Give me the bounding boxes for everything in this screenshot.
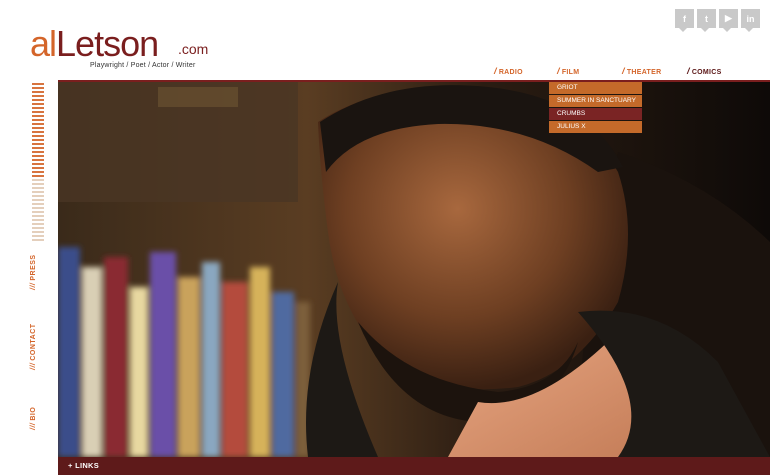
decorative-stripe [32,187,44,189]
logo-domain-suffix: .com [178,41,209,57]
decorative-stripe [32,91,44,93]
twitter-icon[interactable]: t [697,9,716,32]
decorative-stripe [32,99,44,101]
film-menu-item-summer-in-sanctuary[interactable]: SUMMER IN SANCTUARY [549,95,642,107]
decorative-stripe [32,199,44,201]
decorative-stripe [32,171,44,173]
film-menu-item-crumbs[interactable]: CRUMBS [549,108,642,120]
decorative-stripe [32,123,44,125]
links-toggle-label: + LINKS [68,461,100,470]
links-bar[interactable]: + LINKS [58,457,770,475]
decorative-stripe [32,163,44,165]
decorative-stripes [32,83,44,243]
decorative-stripe [32,95,44,97]
decorative-stripe [32,151,44,153]
decorative-stripe [32,83,44,85]
film-dropdown-menu: GRIOT SUMMER IN SANCTUARY CRUMBS JULIUS … [549,82,642,134]
decorative-stripe [32,119,44,121]
decorative-stripe [32,155,44,157]
linkedin-icon[interactable]: in [741,9,760,32]
decorative-stripe [32,127,44,129]
decorative-stripe [32,223,44,225]
decorative-stripe [32,179,44,181]
nav-film[interactable]: / FILM [557,66,579,76]
decorative-stripe [32,135,44,137]
hero-photo [58,82,770,457]
film-menu-item-griot[interactable]: GRIOT [549,82,642,94]
decorative-stripe [32,227,44,229]
decorative-stripe [32,239,44,241]
logo-tagline: Playwright / Poet / Actor / Writer [90,62,196,69]
decorative-stripe [32,159,44,161]
logo-wordmark: alLetson [30,23,159,64]
decorative-stripe [32,147,44,149]
nav-comics[interactable]: / COMICS [687,66,722,76]
social-links: f t ▶ in [675,9,760,32]
decorative-stripe [32,107,44,109]
decorative-stripe [32,87,44,89]
decorative-stripe [32,103,44,105]
decorative-stripe [32,235,44,237]
nav-radio[interactable]: / RADIO [494,66,523,76]
decorative-stripe [32,175,44,177]
decorative-stripe [32,211,44,213]
decorative-stripe [32,195,44,197]
decorative-stripe [32,207,44,209]
facebook-icon[interactable]: f [675,9,694,32]
decorative-stripe [32,139,44,141]
nav-theater[interactable]: / THEATER [622,66,661,76]
decorative-stripe [32,111,44,113]
decorative-stripe [32,167,44,169]
decorative-stripe [32,143,44,145]
decorative-stripe [32,231,44,233]
decorative-stripe [32,219,44,221]
decorative-stripe [32,215,44,217]
decorative-stripe [32,115,44,117]
decorative-stripe [32,183,44,185]
decorative-stripe [32,131,44,133]
film-menu-item-julius-x[interactable]: JULIUS X [549,121,642,133]
decorative-stripe [32,203,44,205]
decorative-stripe [32,191,44,193]
youtube-icon[interactable]: ▶ [719,9,738,32]
